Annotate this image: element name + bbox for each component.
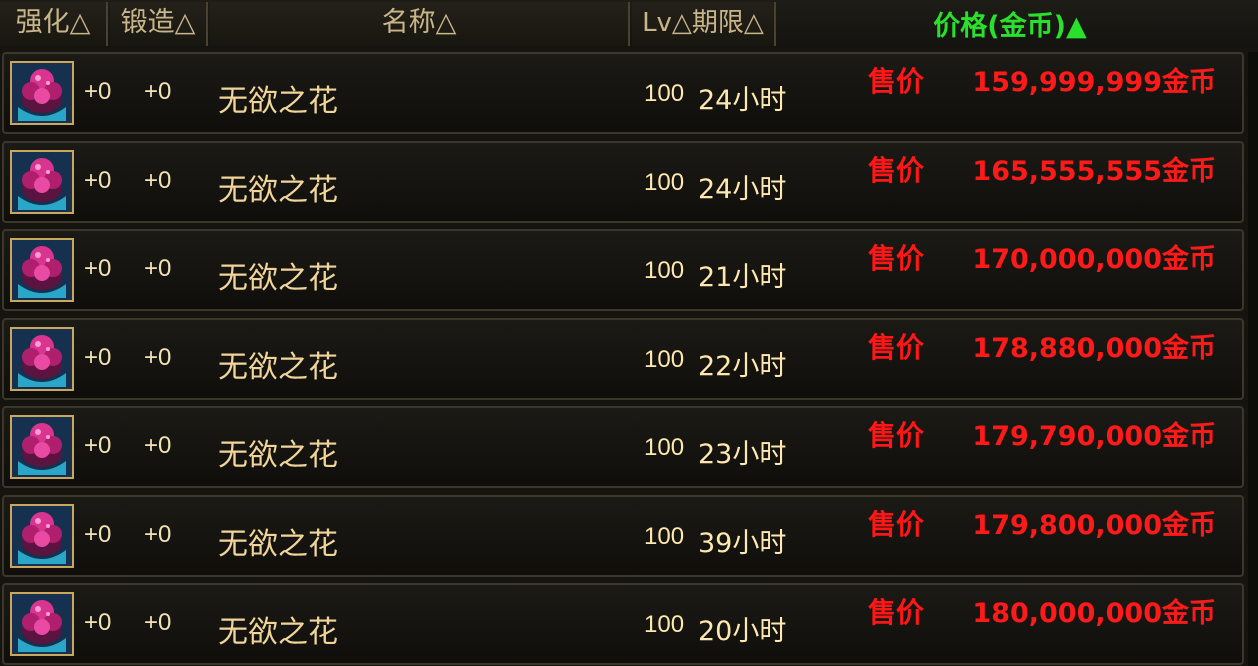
sort-forge-header[interactable]: 锻造△	[110, 2, 208, 46]
auction-row[interactable]: +0 +0 无欲之花 100 21小时 售价 170,000,000金币	[2, 229, 1244, 311]
enhance-value: +0	[84, 432, 112, 459]
forge-value: +0	[144, 166, 172, 194]
item-level: 100	[644, 434, 685, 461]
flower-item-icon[interactable]	[10, 326, 74, 391]
item-level: 100	[644, 168, 685, 196]
enhance-value: +0	[84, 343, 112, 371]
item-price: 180,000,000金币	[972, 598, 1216, 629]
scrollbar[interactable]	[1248, 52, 1258, 666]
item-level: 100	[644, 80, 685, 107]
item-name: 无欲之花	[218, 261, 338, 296]
auction-row[interactable]: +0 +0 无欲之花 100 24小时 售价 165,555,555金币	[2, 140, 1244, 223]
auction-row[interactable]: +0 +0 无欲之花 100 23小时 售价 179,790,000金币	[2, 406, 1244, 488]
item-price: 178,880,000金币	[972, 332, 1216, 364]
item-price: 170,000,000金币	[972, 244, 1216, 275]
forge-value: +0	[144, 255, 172, 282]
forge-value: +0	[144, 343, 172, 371]
sale-price-label: 售价	[868, 507, 925, 541]
sort-lv-period-header[interactable]: Lv△期限△	[632, 2, 776, 46]
item-price: 179,790,000金币	[972, 421, 1216, 452]
sale-price-label: 售价	[868, 242, 925, 275]
enhance-value: +0	[84, 78, 112, 105]
item-level: 100	[644, 257, 685, 284]
item-level: 100	[644, 522, 685, 550]
column-header-bar: 强化△ 锻造△ 名称△ Lv△期限△ 价格(金币)▲	[0, 0, 1258, 48]
flower-item-icon[interactable]	[10, 149, 74, 214]
forge-value: +0	[144, 609, 172, 636]
enhance-value: +0	[84, 520, 112, 548]
flower-item-icon[interactable]	[10, 503, 74, 568]
forge-value: +0	[144, 432, 172, 459]
item-name: 无欲之花	[218, 615, 338, 650]
sort-enhance-header[interactable]: 强化△	[0, 2, 108, 46]
item-level: 100	[644, 345, 685, 373]
flower-item-icon[interactable]	[10, 592, 74, 656]
item-price: 165,555,555金币	[972, 155, 1216, 187]
item-name: 无欲之花	[218, 84, 338, 119]
item-level: 100	[644, 611, 685, 638]
enhance-value: +0	[84, 255, 112, 282]
forge-value: +0	[144, 78, 172, 105]
item-duration: 23小时	[698, 439, 787, 470]
item-duration: 39小时	[698, 527, 787, 559]
enhance-value: +0	[84, 609, 112, 636]
item-duration: 22小时	[698, 350, 787, 382]
item-duration: 20小时	[698, 616, 787, 647]
item-duration: 24小时	[698, 85, 787, 116]
auction-row[interactable]: +0 +0 无欲之花 100 39小时 售价 179,800,000金币	[2, 494, 1244, 577]
sale-price-label: 售价	[868, 153, 925, 187]
auction-row[interactable]: +0 +0 无欲之花 100 24小时 售价 159,999,999金币	[2, 52, 1244, 134]
item-price: 159,999,999金币	[972, 67, 1216, 98]
forge-value: +0	[144, 520, 172, 548]
sale-price-label: 售价	[868, 65, 925, 98]
enhance-value: +0	[84, 166, 112, 194]
sale-price-label: 售价	[868, 330, 925, 364]
flower-item-icon[interactable]	[10, 61, 74, 125]
item-price: 179,800,000金币	[972, 509, 1216, 541]
item-name: 无欲之花	[218, 172, 338, 208]
auction-row[interactable]: +0 +0 无欲之花 100 22小时 售价 178,880,000金币	[2, 317, 1244, 400]
flower-item-icon[interactable]	[10, 238, 74, 302]
sort-price-header[interactable]: 价格(金币)▲	[900, 6, 1120, 50]
auction-row[interactable]: +0 +0 无欲之花 100 20小时 售价 180,000,000金币	[2, 583, 1244, 665]
sale-price-label: 售价	[868, 596, 925, 629]
item-name: 无欲之花	[218, 526, 338, 562]
flower-item-icon[interactable]	[10, 415, 74, 479]
item-duration: 21小时	[698, 262, 787, 293]
item-duration: 24小时	[698, 173, 787, 205]
item-name: 无欲之花	[218, 349, 338, 385]
sale-price-label: 售价	[868, 419, 925, 452]
sort-name-header[interactable]: 名称△	[210, 2, 630, 46]
item-name: 无欲之花	[218, 438, 338, 473]
